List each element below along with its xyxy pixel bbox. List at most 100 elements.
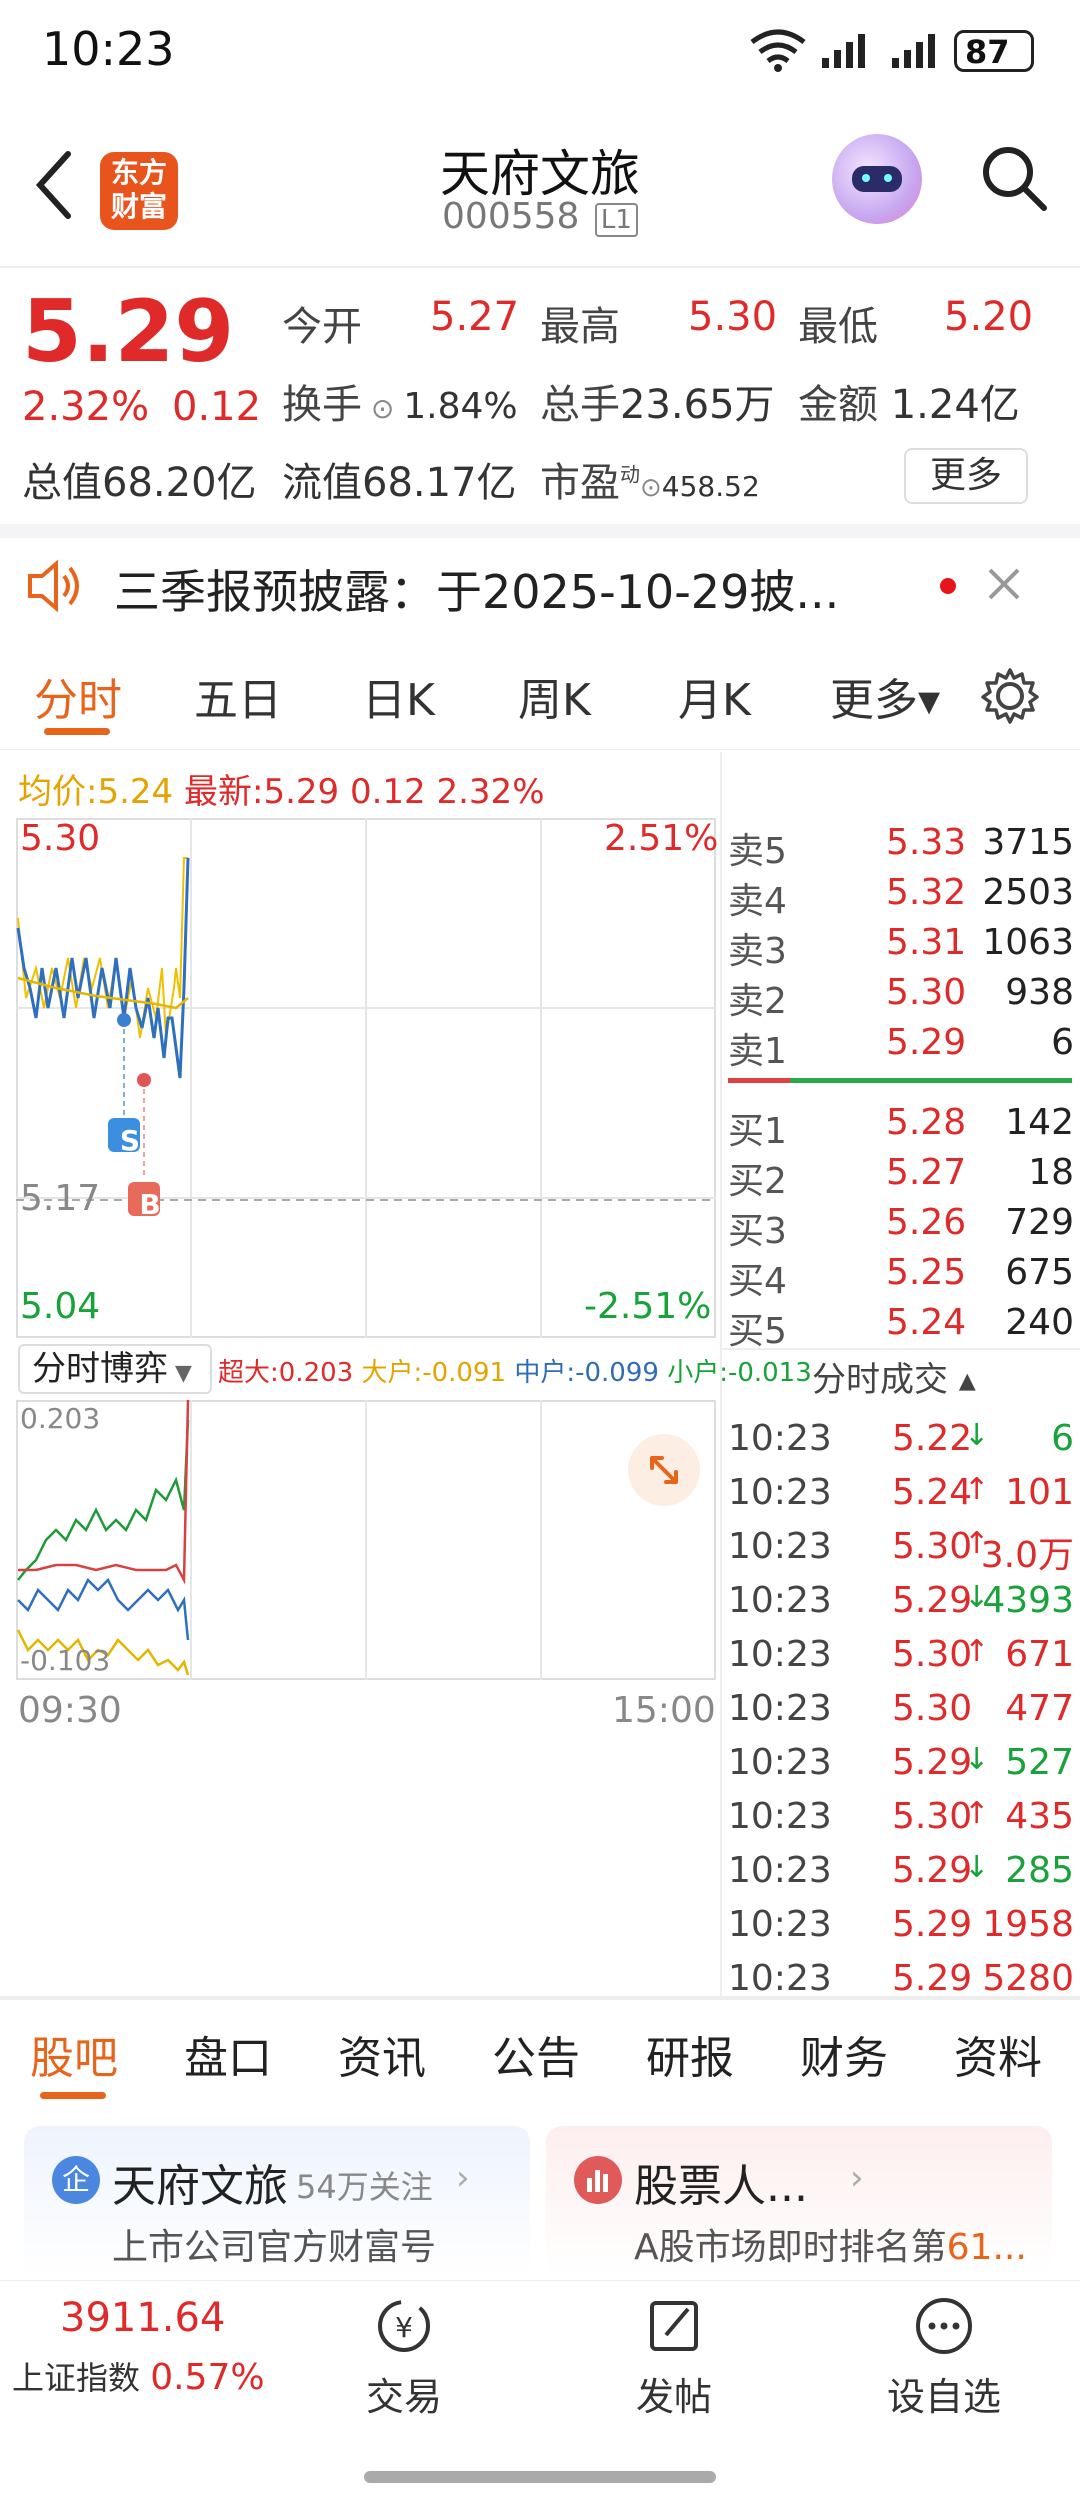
post-button[interactable]: 发帖	[574, 2295, 774, 2421]
spread-bar-red	[728, 1078, 790, 1083]
open-label: 今开	[282, 304, 362, 350]
company-card-title: 天府文旅	[112, 2161, 288, 2212]
more-dots-icon	[916, 2298, 972, 2354]
trades-title[interactable]: 分时成交 ▴	[812, 1352, 976, 1401]
ranking-card-title: 股票人...	[634, 2161, 808, 2212]
game-selector[interactable]: 分时博弈 ▼	[18, 1344, 212, 1394]
add-watchlist-button[interactable]: 设自选	[844, 2295, 1044, 2421]
price-summary: 均价:5.24 最新:5.29 0.12 2.32%	[18, 772, 545, 812]
y-mid-label: 5.17	[20, 1178, 101, 1219]
status-bar: 10:23 87	[0, 0, 1080, 100]
tab-research[interactable]: 研报	[646, 2022, 734, 2086]
trade-row: 10:23 5.29 ↓ 527	[728, 1742, 1074, 1783]
expand-icon[interactable]	[628, 1434, 700, 1506]
app-logo[interactable]: 东方 财富	[100, 152, 178, 230]
amount: 金额 1.24亿	[798, 382, 1020, 428]
yuan-exchange-icon: ¥	[378, 2300, 430, 2352]
volume: 总手23.65万	[540, 382, 775, 428]
edit-icon	[650, 2301, 698, 2351]
chart-badge-icon	[574, 2156, 622, 2204]
company-card-desc: 上市公司官方财富号	[112, 2227, 437, 2268]
tab-more[interactable]: 更多▾	[830, 664, 940, 728]
company-card[interactable]: 企 天府文旅 54万关注 › 上市公司官方财富号	[24, 2126, 530, 2276]
buy-marker[interactable]: B	[134, 1188, 166, 1221]
company-badge-icon: 企	[52, 2156, 100, 2204]
more-button[interactable]: 更多	[904, 448, 1028, 504]
change-amount: 0.12	[172, 384, 262, 430]
trade-row: 10:23 5.29 ↓ 4393	[728, 1580, 1074, 1621]
battery-icon: 87	[954, 30, 1034, 72]
y-bottom-label: 5.04	[20, 1286, 101, 1327]
trade-row: 10:23 5.30 ↑ 671	[728, 1634, 1074, 1675]
bid-row-3: 买3 5.26 729	[728, 1202, 1074, 1252]
game-x-start: 09:30	[18, 1690, 122, 1731]
signal-icon-2	[892, 34, 935, 68]
trade-button[interactable]: ¥ 交易	[304, 2295, 504, 2421]
settings-gear-icon[interactable]	[980, 666, 1040, 726]
bid-row-4: 买4 5.25 675	[728, 1252, 1074, 1302]
assistant-avatar-icon[interactable]	[832, 134, 922, 224]
cards-row: 企 天府文旅 54万关注 › 上市公司官方财富号 股票人... › A股市场即时…	[0, 2110, 1080, 2280]
index-value[interactable]: 3911.64	[60, 2295, 225, 2341]
trade-row: 10:23 5.29 1958	[728, 1904, 1074, 1945]
ask-row-5: 卖5 5.33 3715	[728, 822, 1074, 872]
watchlist-label: 设自选	[886, 2375, 1001, 2419]
index-line[interactable]: 上证指数 0.57%	[12, 2353, 265, 2399]
tab-weekly-k[interactable]: 周K	[518, 664, 591, 728]
tab-finance[interactable]: 财务	[800, 2022, 888, 2086]
bottom-toolbar: 3911.64 上证指数 0.57% ¥ 交易 发帖 设自选	[0, 2280, 1080, 2504]
tab-profile[interactable]: 资料	[954, 2022, 1042, 2086]
stock-code: 000558	[442, 196, 580, 237]
float-cap: 流值68.17亿	[282, 460, 517, 506]
quote-panel: 5.29 2.32% 0.12 总值68.20亿 今开 5.27 最高 5.30…	[0, 272, 1080, 522]
game-y-bottom: -0.103	[20, 1644, 111, 1677]
level-badge: L1	[594, 203, 638, 237]
intraday-chart[interactable]	[16, 818, 716, 1338]
notice-text: 三季报预披露：于2025-10-29披...	[114, 565, 840, 619]
tab-pankou[interactable]: 盘口	[184, 2022, 272, 2086]
tab-daily-k[interactable]: 日K	[362, 664, 435, 728]
game-chart[interactable]	[16, 1400, 716, 1680]
tab-five-day[interactable]: 五日	[194, 664, 282, 728]
sell-marker[interactable]: S	[114, 1124, 146, 1157]
search-icon[interactable]	[980, 144, 1050, 214]
tab-news[interactable]: 资讯	[338, 2022, 426, 2086]
current-price: 5.29	[22, 282, 235, 382]
ask-row-1: 卖1 5.29 6	[728, 1022, 1074, 1072]
trade-row: 10:23 5.22 ↓ 6	[728, 1418, 1074, 1459]
chevron-right-icon-2: ›	[850, 2158, 864, 2198]
tab-monthly-k[interactable]: 月K	[678, 664, 751, 728]
tab-intraday[interactable]: 分时	[34, 664, 122, 728]
logo-text-1: 东方	[110, 156, 167, 189]
tab-indicator	[44, 728, 110, 735]
high-value: 5.30	[688, 294, 778, 340]
total-cap: 总值68.20亿	[22, 460, 257, 506]
game-y-top: 0.203	[20, 1402, 101, 1435]
info-tab-indicator	[40, 2092, 106, 2099]
close-icon[interactable]	[984, 564, 1024, 604]
open-value: 5.27	[430, 294, 520, 340]
ask-row-3: 卖3 5.31 1063	[728, 922, 1074, 972]
trade-row: 10:23 5.24 ↑ 101	[728, 1472, 1074, 1513]
svg-text:¥: ¥	[395, 2311, 413, 2344]
ask-row-2: 卖2 5.30 938	[728, 972, 1074, 1022]
trade-row: 10:23 5.30 ↑ 435	[728, 1796, 1074, 1837]
info-tabs: 股吧 盘口 资讯 公告 研报 财务 资料	[0, 2000, 1080, 2110]
unread-dot	[940, 578, 956, 594]
y-top-label: 5.30	[20, 818, 101, 859]
notice-banner[interactable]: 三季报预披露：于2025-10-29披...	[0, 538, 1080, 638]
ranking-card[interactable]: 股票人... › A股市场即时排名第61...	[546, 2126, 1052, 2276]
trade-label: 交易	[365, 2375, 442, 2419]
change-percent: 2.32%	[22, 384, 150, 430]
ask-row-4: 卖4 5.32 2503	[728, 872, 1074, 922]
bid-row-5: 买5 5.24 240	[728, 1302, 1074, 1352]
company-card-followers: 54万关注	[296, 2168, 433, 2206]
tab-announcements[interactable]: 公告	[492, 2022, 580, 2086]
speaker-icon	[28, 559, 79, 613]
back-icon[interactable]	[34, 150, 74, 220]
tab-guba[interactable]: 股吧	[30, 2022, 118, 2086]
spread-bar-green	[790, 1078, 1072, 1083]
logo-text-2: 财富	[110, 190, 167, 223]
bid-row-2: 买2 5.27 18	[728, 1152, 1074, 1202]
pe-ratio: 市盈动⊙458.52	[540, 460, 760, 506]
